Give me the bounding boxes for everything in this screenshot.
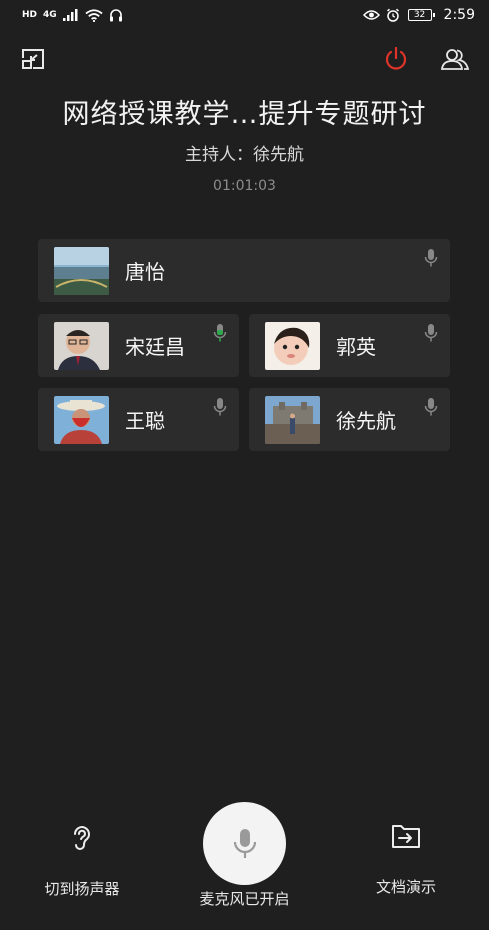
signal-icon — [62, 9, 78, 21]
mic-icon — [424, 323, 438, 347]
meeting-title: 网络授课教学…提升专题研讨 — [62, 99, 427, 130]
participant-name: 唐怡 — [125, 260, 165, 284]
minimize-window-button[interactable] — [18, 45, 48, 73]
clock: 2:59 — [443, 7, 475, 23]
avatar — [54, 321, 109, 370]
network-type: 4G — [43, 10, 57, 20]
microphone-status-label: 麦克风已开启 — [199, 890, 290, 908]
document-share-button[interactable]: 文档演示 — [366, 822, 446, 897]
headset-icon — [109, 8, 122, 21]
share-document-icon — [392, 825, 420, 848]
participant-card[interactable]: 郭英 — [249, 314, 450, 377]
document-share-label: 文档演示 — [375, 878, 436, 896]
participants-icon — [440, 49, 470, 70]
end-meeting-button[interactable] — [381, 45, 411, 73]
participant-name: 郭英 — [336, 335, 376, 359]
participant-card[interactable]: 唐怡 — [38, 239, 450, 302]
avatar — [54, 246, 109, 295]
speaker-toggle-label: 切到扬声器 — [44, 880, 120, 898]
mic-icon — [424, 248, 438, 272]
participant-card[interactable]: 王聪 — [38, 388, 239, 451]
participants-button[interactable] — [440, 45, 470, 73]
minimize-window-icon — [22, 49, 44, 69]
mic-icon — [213, 397, 227, 421]
speaker-toggle-button[interactable]: 切到扬声器 — [38, 822, 126, 899]
eye-icon — [362, 10, 380, 20]
hd-indicator: HD — [22, 10, 38, 20]
status-bar: HD 4G 32 2:59 — [0, 0, 489, 30]
mic-active-icon — [213, 323, 227, 347]
microphone-icon — [233, 828, 256, 858]
wifi-icon — [85, 8, 103, 22]
battery-level: 32 — [413, 10, 426, 20]
status-bar-right: 32 2:59 — [362, 7, 475, 23]
participant-name: 徐先航 — [336, 409, 396, 433]
participant-card[interactable]: 徐先航 — [249, 388, 450, 451]
participant-name: 王聪 — [125, 409, 165, 433]
alarm-icon — [386, 8, 399, 22]
participant-card[interactable]: 宋廷昌 — [38, 314, 239, 377]
participant-name: 宋廷昌 — [125, 335, 185, 359]
battery-icon: 32 — [407, 9, 435, 21]
microphone-toggle-button[interactable] — [203, 802, 286, 885]
ear-icon — [74, 826, 90, 850]
meeting-host: 主持人：徐先航 — [185, 145, 304, 165]
meeting-timer: 01:01:03 — [213, 178, 276, 194]
avatar — [265, 321, 320, 370]
mic-icon — [424, 397, 438, 421]
avatar — [265, 395, 320, 444]
avatar — [54, 395, 109, 444]
status-bar-left: HD 4G — [22, 8, 123, 22]
power-icon — [385, 46, 407, 70]
